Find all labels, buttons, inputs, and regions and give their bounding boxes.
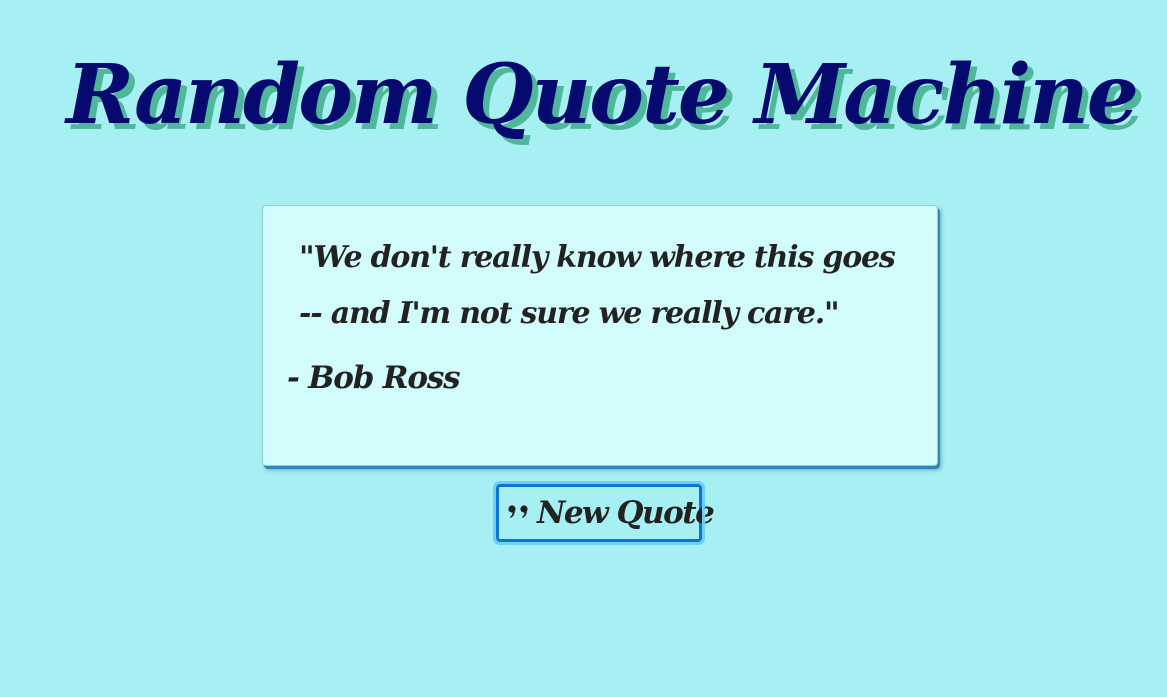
page-title: Random Quote Machine bbox=[66, 47, 1139, 143]
quote-author: - Bob Ross bbox=[287, 360, 461, 396]
quote-left-icon bbox=[505, 498, 535, 528]
quote-box: "We don't really know where this goes --… bbox=[262, 205, 938, 466]
new-quote-label: New Quote bbox=[537, 495, 715, 531]
new-quote-button[interactable]: New Quote bbox=[493, 481, 715, 545]
quote-text: "We don't really know where this goes --… bbox=[299, 240, 896, 331]
